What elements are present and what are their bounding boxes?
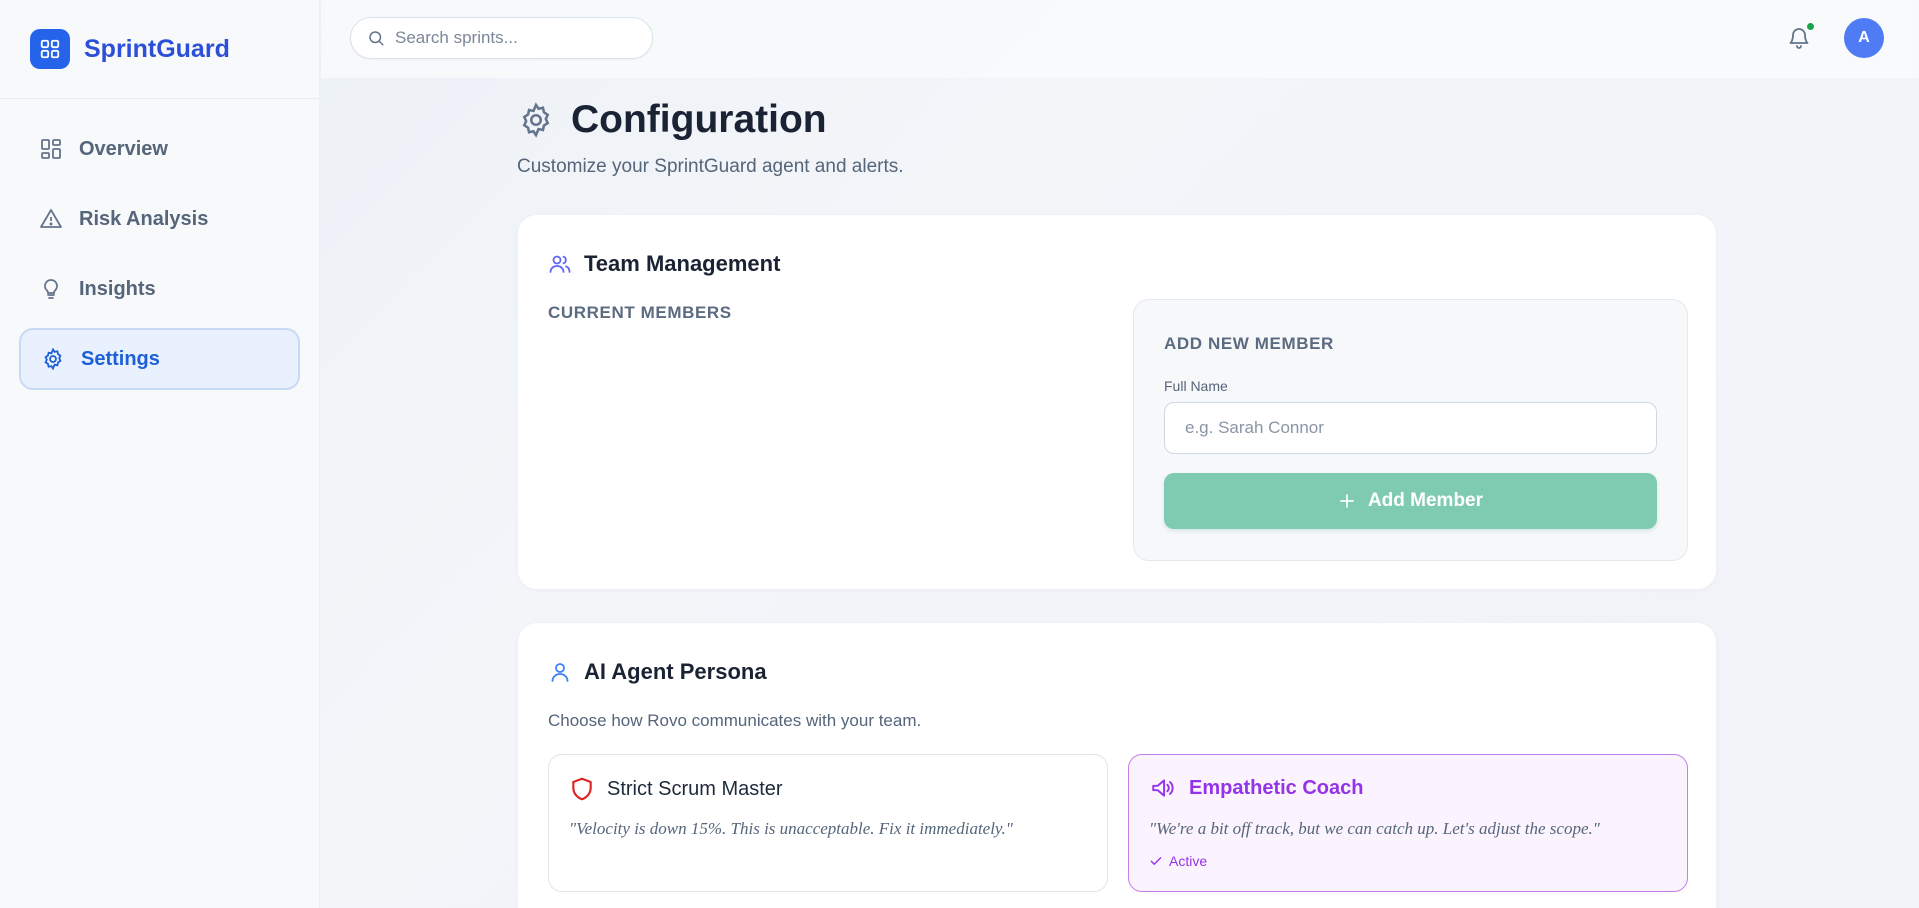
sidebar-item-label: Risk Analysis: [79, 207, 209, 230]
card-title: AI Agent Persona: [584, 659, 767, 684]
sidebar-item-label: Insights: [79, 277, 156, 300]
persona-name: Strict Scrum Master: [607, 777, 783, 800]
gear-icon: [517, 101, 555, 139]
current-members-label: CURRENT MEMBERS: [548, 303, 732, 322]
search-input[interactable]: [395, 28, 625, 48]
page-title: Configuration: [571, 98, 827, 141]
brand-name: SprintGuard: [84, 34, 230, 63]
persona-description: Choose how Rovo communicates with your t…: [548, 711, 922, 730]
page-subtitle: Customize your SprintGuard agent and ale…: [517, 156, 904, 177]
search-box[interactable]: [350, 17, 653, 59]
add-member-button-label: Add Member: [1367, 490, 1484, 511]
users-icon: [548, 252, 572, 276]
plus-icon: [1338, 492, 1356, 510]
add-member-button[interactable]: Add Member: [1164, 473, 1657, 529]
sidebar: SprintGuard Overview Risk Analysis Insig…: [0, 0, 320, 908]
add-member-panel: ADD NEW MEMBER Full Name Add Member: [1133, 299, 1688, 561]
user-icon: [548, 660, 572, 684]
persona-quote: "We're a bit off track, but we can catch…: [1149, 819, 1600, 838]
persona-quote: "Velocity is down 15%. This is unaccepta…: [569, 819, 1013, 838]
page-header: Configuration Customize your SprintGuard…: [517, 98, 904, 178]
sidebar-item-risk-analysis[interactable]: Risk Analysis: [19, 188, 300, 250]
add-member-heading: ADD NEW MEMBER: [1164, 334, 1334, 353]
dashboard-icon: [39, 137, 63, 161]
gear-icon: [41, 347, 65, 371]
full-name-input[interactable]: [1164, 402, 1657, 454]
persona-option-empathetic-coach[interactable]: Empathetic Coach "We're a bit off track,…: [1128, 754, 1688, 892]
sidebar-nav: Overview Risk Analysis Insights Settings: [0, 99, 319, 390]
sidebar-item-label: Overview: [79, 137, 168, 160]
team-management-card: Team Management CURRENT MEMBERS ADD NEW …: [517, 214, 1717, 590]
shield-icon: [569, 775, 595, 803]
check-icon: [1149, 854, 1163, 868]
brand-logo-icon: [30, 29, 70, 69]
active-status-label: Active: [1169, 853, 1208, 869]
persona-name: Empathetic Coach: [1189, 776, 1364, 799]
persona-option-strict-scrum-master[interactable]: Strict Scrum Master "Velocity is down 15…: [548, 754, 1108, 892]
sidebar-item-label: Settings: [81, 347, 160, 370]
ai-persona-card: AI Agent Persona Choose how Rovo communi…: [517, 622, 1717, 908]
notification-dot: [1806, 22, 1815, 31]
sidebar-item-insights[interactable]: Insights: [19, 258, 300, 320]
active-status-badge: Active: [1149, 853, 1207, 869]
card-title: Team Management: [584, 251, 781, 276]
brand[interactable]: SprintGuard: [0, 0, 319, 99]
sidebar-item-settings[interactable]: Settings: [19, 328, 300, 390]
megaphone-icon: [1149, 775, 1177, 801]
lightbulb-icon: [39, 277, 63, 301]
notifications-button[interactable]: [1787, 22, 1815, 52]
warning-triangle-icon: [39, 207, 63, 231]
top-header: A: [321, 0, 1919, 78]
full-name-label: Full Name: [1164, 378, 1228, 394]
user-avatar[interactable]: A: [1844, 18, 1884, 58]
search-icon: [367, 29, 385, 47]
sidebar-item-overview[interactable]: Overview: [19, 118, 300, 180]
